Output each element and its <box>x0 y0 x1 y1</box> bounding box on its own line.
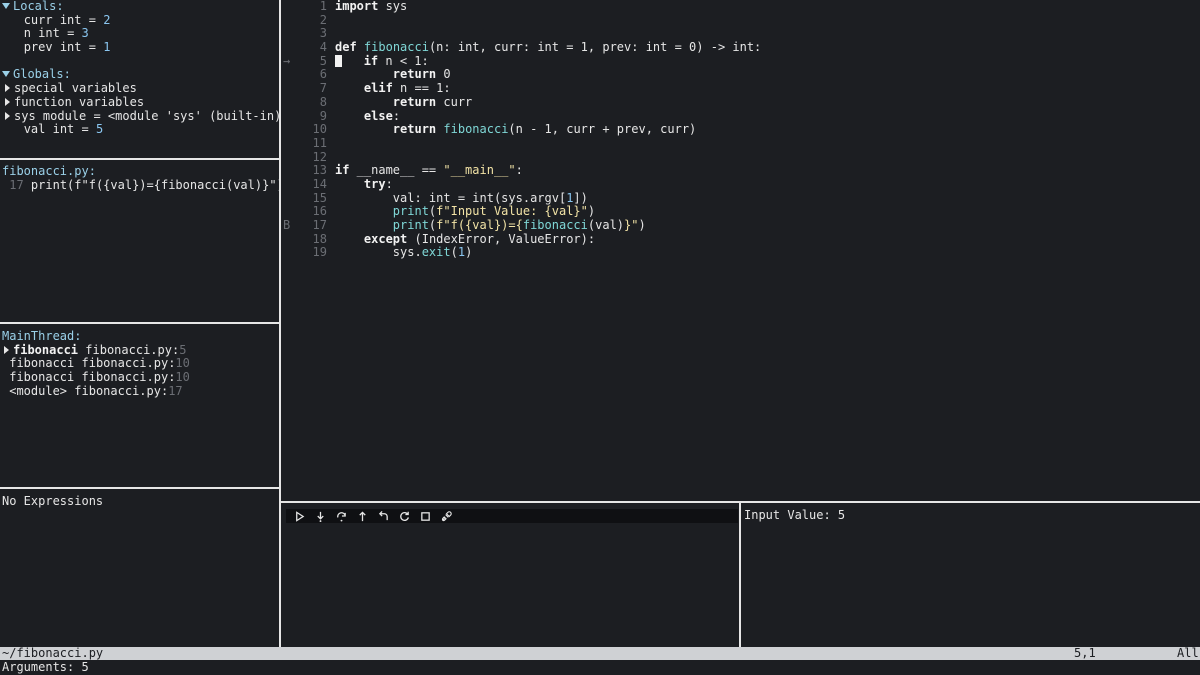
step-out-icon[interactable] <box>355 509 370 523</box>
code-editor[interactable]: 1 import sys 2 3 4 def fibonacci(n: int, c… <box>283 0 1200 500</box>
step-over-icon[interactable] <box>334 509 349 523</box>
code-line: 3 <box>319 26 327 41</box>
status-bar: ~/fibonacci.py 5,1 All <box>0 646 1200 660</box>
debug-toolbar <box>286 509 738 523</box>
stack-frame[interactable]: <module> fibonacci.py:17 <box>2 384 279 399</box>
code-line: 2 <box>319 12 327 27</box>
code-line: 16 print(f"Input Value: {val}") <box>312 204 596 219</box>
watches-empty-text: No Expressions <box>2 495 104 508</box>
text-cursor <box>335 54 342 67</box>
play-icon[interactable] <box>292 509 307 523</box>
disconnect-icon[interactable] <box>439 509 454 523</box>
collapsed-triangle-icon <box>5 97 10 106</box>
globals-group-function[interactable]: function variables <box>2 95 279 110</box>
code-line: 4 def fibonacci(n: int, curr: int = 1, pr… <box>319 40 762 55</box>
globals-group-special[interactable]: special variables <box>2 81 279 96</box>
variable-row[interactable]: prev int = 1 <box>2 40 279 55</box>
step-into-icon[interactable] <box>313 509 328 523</box>
command-line[interactable]: Arguments: 5 <box>2 660 89 675</box>
code-line: 6 return 0 <box>319 67 451 82</box>
variable-row[interactable]: n int = 3 <box>2 27 279 41</box>
code-line-breakpoint: B 17 print(f"f({val})={fibonacci(val)}") <box>283 218 646 233</box>
breakpoint-entry[interactable]: 17 print(f"f({val})={fibonacci(val)}") <box>2 178 279 193</box>
globals-group-sys[interactable]: sys module = <module 'sys' (built-in) <box>2 109 279 124</box>
stack-frame[interactable]: fibonacci fibonacci.py:10 <box>2 370 279 385</box>
stack-frame-current[interactable]: fibonacci fibonacci.py:5 <box>2 343 279 358</box>
console-output-line: Input Value: 5 <box>744 509 846 522</box>
code-line: 7 elif n == 1: <box>319 81 451 96</box>
status-cursor-position: 5,1 <box>1074 646 1096 660</box>
globals-scope[interactable]: Globals: <box>2 68 279 82</box>
thread-name[interactable]: MainThread: <box>2 330 279 344</box>
breakpoint-marker-icon[interactable]: B <box>283 218 297 233</box>
code-line: 19 sys.exit(1) <box>312 245 473 260</box>
code-line: 1 import sys <box>319 0 408 13</box>
status-file-path: ~/fibonacci.py <box>2 646 104 660</box>
step-back-icon[interactable] <box>376 509 391 523</box>
variables-pane: Locals: curr int = 2 n int = 3 prev int … <box>2 0 279 158</box>
repl-pane[interactable] <box>283 525 738 645</box>
current-frame-icon <box>4 345 9 354</box>
watches-pane[interactable]: No Expressions <box>2 495 279 645</box>
code-line: 8 return curr <box>319 94 473 109</box>
vertical-divider-bottom[interactable] <box>739 503 741 647</box>
vertical-divider-left[interactable] <box>279 0 281 647</box>
variable-row[interactable]: val int = 5 <box>2 122 279 137</box>
code-line: 13 if __name__ == "__main__": <box>312 163 523 178</box>
restart-icon[interactable] <box>397 509 412 523</box>
divider-breakpoints <box>0 322 279 324</box>
code-line: 11 <box>312 135 327 150</box>
stop-icon[interactable] <box>418 509 433 523</box>
code-line-current: → 5 if n < 1: <box>283 53 429 68</box>
code-line: 15 val: int = int(sys.argv[1]) <box>312 190 588 205</box>
divider-variables <box>0 158 279 160</box>
code-line: 12 <box>312 149 327 164</box>
variable-row[interactable]: curr int = 2 <box>2 13 279 28</box>
breakpoints-pane: fibonacci.py: 17 print(f"f({val})={fibon… <box>2 165 279 321</box>
status-scroll-indicator: All <box>1177 646 1199 660</box>
callstack-pane: MainThread: fibonacci fibonacci.py:5 fib… <box>2 330 279 486</box>
expanded-triangle-icon <box>2 3 10 9</box>
locals-scope[interactable]: Locals: <box>2 0 279 14</box>
collapsed-triangle-icon <box>5 111 10 120</box>
divider-callstack <box>0 487 279 489</box>
code-line: 14 try: <box>312 176 393 191</box>
breakpoint-file: fibonacci.py: <box>2 165 96 178</box>
code-line: 10 return fibonacci(n - 1, curr + prev, … <box>312 122 697 137</box>
expanded-triangle-icon <box>2 71 10 78</box>
code-line: 9 else: <box>319 108 401 123</box>
stack-frame[interactable]: fibonacci fibonacci.py:10 <box>2 357 279 371</box>
code-line: 18 except (IndexError, ValueError): <box>312 231 596 246</box>
divider-editor <box>281 501 1200 503</box>
console-output-pane[interactable]: Input Value: 5 <box>744 509 1198 645</box>
collapsed-triangle-icon <box>5 84 10 93</box>
current-line-arrow-icon: → <box>283 53 291 68</box>
